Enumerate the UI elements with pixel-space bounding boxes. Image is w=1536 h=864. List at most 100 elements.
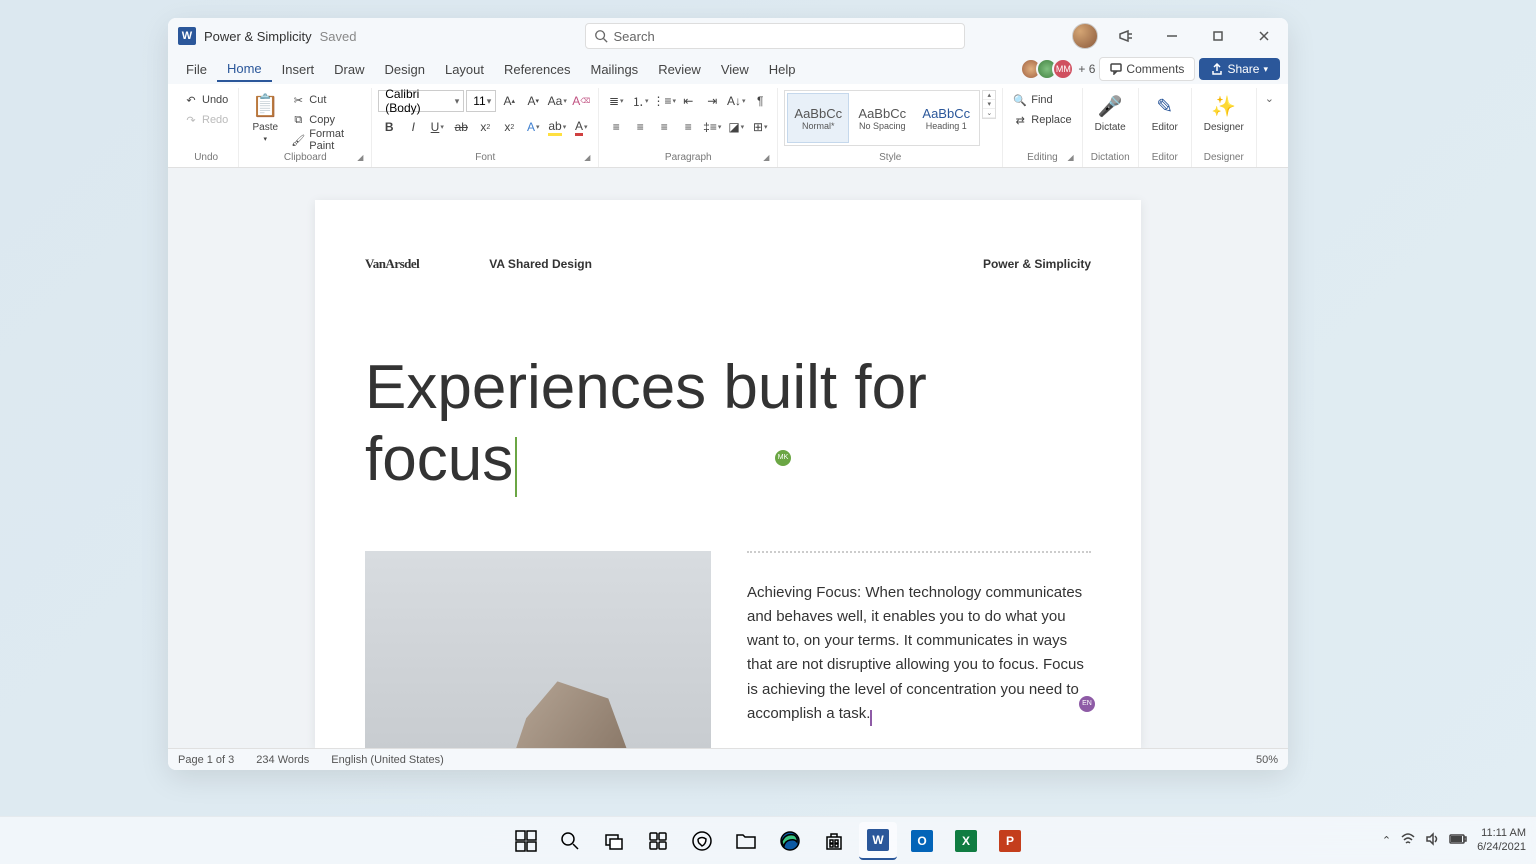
font-size-combo[interactable]: 11	[466, 90, 496, 112]
shading-button[interactable]: ◪	[725, 116, 747, 138]
copy-button[interactable]: ⧉Copy	[287, 110, 365, 130]
paragraph-dialog-launcher[interactable]: ◢	[761, 153, 771, 163]
increase-indent-button[interactable]: ⇥	[701, 90, 723, 112]
line-spacing-button[interactable]: ‡≡	[701, 116, 723, 138]
font-color-button[interactable]: A	[570, 116, 592, 138]
highlight-button[interactable]: ab	[546, 116, 568, 138]
tab-home[interactable]: Home	[217, 57, 272, 82]
sort-button[interactable]: A↓	[725, 90, 747, 112]
document-heading[interactable]: Experiences built for focus MK	[365, 352, 1091, 497]
taskbar-chat[interactable]	[683, 822, 721, 860]
styles-more[interactable]: ⌄	[983, 109, 995, 118]
strikethrough-button[interactable]: ab	[450, 116, 472, 138]
close-button[interactable]	[1246, 22, 1282, 50]
cut-button[interactable]: ✂Cut	[287, 90, 365, 110]
borders-button[interactable]: ⊞	[749, 116, 771, 138]
document-body-text[interactable]: Achieving Focus: When technology communi…	[747, 551, 1091, 748]
decrease-indent-button[interactable]: ⇤	[677, 90, 699, 112]
taskbar-excel[interactable]: X	[947, 822, 985, 860]
file-explorer[interactable]	[727, 822, 765, 860]
search-input[interactable]: Search	[585, 23, 965, 49]
multilevel-list-button[interactable]: ⋮≡	[653, 90, 675, 112]
tab-references[interactable]: References	[494, 58, 580, 81]
battery-icon[interactable]	[1449, 833, 1467, 848]
document-title[interactable]: Power & Simplicity	[204, 29, 312, 44]
superscript-button[interactable]: x2	[498, 116, 520, 138]
clear-formatting-button[interactable]: A⌫	[570, 90, 592, 112]
undo-button[interactable]: ↶Undo	[180, 90, 232, 110]
start-button[interactable]	[507, 822, 545, 860]
presence-avatars[interactable]: MM + 6	[1026, 58, 1095, 80]
tab-draw[interactable]: Draw	[324, 58, 374, 81]
designer-button[interactable]: ✨Designer	[1198, 90, 1250, 135]
subscript-button[interactable]: x2	[474, 116, 496, 138]
italic-button[interactable]: I	[402, 116, 424, 138]
change-case-button[interactable]: Aa	[546, 90, 568, 112]
replace-button[interactable]: ⇄Replace	[1009, 110, 1075, 130]
status-language[interactable]: English (United States)	[331, 754, 444, 766]
editing-dialog-launcher[interactable]: ◢	[1066, 153, 1076, 163]
style-normal[interactable]: AaBbCcNormal*	[787, 93, 849, 143]
dictate-button[interactable]: 🎤Dictate	[1089, 90, 1132, 135]
tab-review[interactable]: Review	[648, 58, 711, 81]
taskbar-powerpoint[interactable]: P	[991, 822, 1029, 860]
microsoft-store[interactable]	[815, 822, 853, 860]
format-painter-button[interactable]: 🖌Format Paint	[287, 130, 365, 150]
paste-button[interactable]: 📋Paste▾	[245, 90, 285, 145]
comments-button[interactable]: Comments	[1099, 57, 1195, 81]
styles-down[interactable]: ▾	[983, 100, 995, 109]
align-left-button[interactable]: ≡	[605, 116, 627, 138]
document-area[interactable]: VanArsdel VA Shared Design Power & Simpl…	[168, 168, 1288, 748]
taskbar-search[interactable]	[551, 822, 589, 860]
style-nospacing[interactable]: AaBbCcNo Spacing	[851, 93, 913, 143]
decrease-font-button[interactable]: A▾	[522, 90, 544, 112]
widgets[interactable]	[639, 822, 677, 860]
tab-layout[interactable]: Layout	[435, 58, 494, 81]
text-effects-button[interactable]: A	[522, 116, 544, 138]
minimize-button[interactable]	[1154, 22, 1190, 50]
style-heading1[interactable]: AaBbCcHeading 1	[915, 93, 977, 143]
status-page[interactable]: Page 1 of 3	[178, 754, 234, 766]
share-button[interactable]: Share ▾	[1199, 58, 1280, 80]
megaphone-icon[interactable]	[1108, 22, 1144, 50]
show-marks-button[interactable]: ¶	[749, 90, 771, 112]
font-dialog-launcher[interactable]: ◢	[582, 153, 592, 163]
styles-up[interactable]: ▴	[983, 91, 995, 100]
underline-button[interactable]: U	[426, 116, 448, 138]
tab-mailings[interactable]: Mailings	[581, 58, 649, 81]
tab-file[interactable]: File	[176, 58, 217, 81]
align-right-button[interactable]: ≡	[653, 116, 675, 138]
tray-chevron-icon[interactable]: ⌃	[1382, 834, 1391, 847]
bold-button[interactable]: B	[378, 116, 400, 138]
page[interactable]: VanArsdel VA Shared Design Power & Simpl…	[315, 200, 1141, 748]
wifi-icon[interactable]	[1401, 832, 1415, 849]
align-center-button[interactable]: ≡	[629, 116, 651, 138]
status-words[interactable]: 234 Words	[256, 754, 309, 766]
justify-button[interactable]: ≡	[677, 116, 699, 138]
tab-help[interactable]: Help	[759, 58, 806, 81]
tray-clock[interactable]: 11:11 AM 6/24/2021	[1477, 827, 1526, 853]
increase-font-button[interactable]: A▴	[498, 90, 520, 112]
tab-design[interactable]: Design	[375, 58, 435, 81]
tab-view[interactable]: View	[711, 58, 759, 81]
taskbar-word[interactable]: W	[859, 822, 897, 860]
presence-avatar-mm[interactable]: MM	[1052, 58, 1074, 80]
numbering-button[interactable]: ⒈	[629, 90, 651, 112]
user-avatar[interactable]	[1072, 23, 1098, 49]
find-button[interactable]: 🔍Find	[1009, 90, 1075, 110]
task-view[interactable]	[595, 822, 633, 860]
document-image[interactable]	[365, 551, 711, 748]
bullets-button[interactable]: ≣	[605, 90, 627, 112]
editor-button[interactable]: ✎Editor	[1145, 90, 1185, 135]
status-zoom[interactable]: 50%	[1256, 754, 1278, 766]
tab-insert[interactable]: Insert	[272, 58, 325, 81]
redo-button[interactable]: ↷Redo	[180, 110, 232, 130]
font-name-combo[interactable]: Calibri (Body)	[378, 90, 464, 112]
volume-icon[interactable]	[1425, 832, 1439, 849]
presence-more[interactable]: + 6	[1078, 62, 1095, 76]
maximize-button[interactable]	[1200, 22, 1236, 50]
clipboard-dialog-launcher[interactable]: ◢	[355, 153, 365, 163]
collapse-ribbon-button[interactable]: ⌄	[1257, 88, 1282, 167]
edge-browser[interactable]	[771, 822, 809, 860]
taskbar-outlook[interactable]: O	[903, 822, 941, 860]
